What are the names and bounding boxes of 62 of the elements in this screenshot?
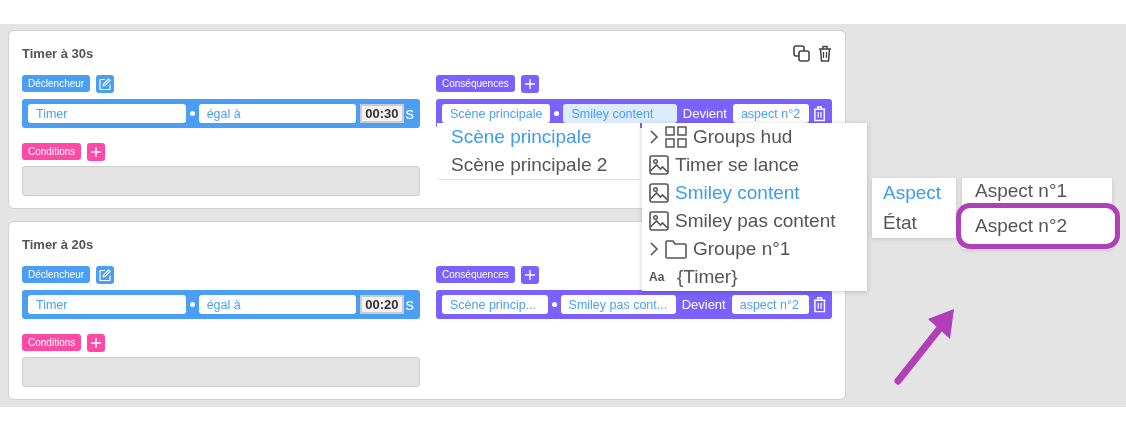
plus-icon xyxy=(91,338,102,348)
rule-title: Timer à 20s xyxy=(22,236,94,252)
menu-item[interactable]: Groups hud xyxy=(642,123,867,151)
menu-item[interactable]: Aa {Timer} xyxy=(642,263,867,291)
select-field[interactable]: Scène princip... xyxy=(442,295,548,314)
image-icon xyxy=(649,155,669,175)
add-button[interactable] xyxy=(520,266,539,284)
menu-item[interactable]: Smiley pas content xyxy=(642,207,867,235)
trash-icon[interactable] xyxy=(818,44,832,62)
edit-button[interactable] xyxy=(96,75,115,93)
separator-dot xyxy=(189,302,195,307)
section-label: Conséquences xyxy=(436,266,515,283)
grid-icon xyxy=(665,126,687,148)
section-label: Conditions xyxy=(22,143,82,160)
plus-icon xyxy=(91,147,102,157)
section-label: Déclencheur xyxy=(22,75,91,92)
add-button[interactable] xyxy=(520,75,539,93)
plus-icon xyxy=(524,270,535,280)
menu-item[interactable]: Smiley content xyxy=(642,179,867,207)
separator-dot xyxy=(189,111,195,116)
menu-item[interactable]: État xyxy=(872,208,956,238)
menu-item[interactable]: Aspect xyxy=(872,178,956,208)
select-field[interactable]: égal à xyxy=(198,104,357,123)
select-field[interactable]: Smiley content xyxy=(563,104,677,123)
unit-label: s xyxy=(405,294,414,315)
unit-label: s xyxy=(405,103,414,124)
menu-item[interactable]: Timer se lance xyxy=(642,151,867,179)
add-button[interactable] xyxy=(87,143,106,161)
add-button[interactable] xyxy=(87,334,106,352)
menu-item[interactable]: Scène principale xyxy=(437,123,640,151)
section-label: Conditions xyxy=(22,334,82,351)
copy-icon[interactable] xyxy=(793,44,810,62)
select-field[interactable]: aspect n°2 xyxy=(731,295,809,314)
menu-item[interactable]: Aspect n°2 xyxy=(956,203,1120,249)
select-field[interactable]: aspect n°2 xyxy=(732,104,809,123)
verb-label: Devient xyxy=(681,297,726,312)
select-field[interactable]: Timer xyxy=(28,104,186,123)
separator-dot xyxy=(554,111,560,116)
separator-dot xyxy=(551,302,557,307)
edit-icon xyxy=(99,78,112,90)
edit-button[interactable] xyxy=(96,266,115,284)
menu-item[interactable]: Scène principale 2 xyxy=(437,151,640,179)
verb-label: Devient xyxy=(682,106,727,121)
plus-icon xyxy=(524,79,535,89)
select-field[interactable]: Smiley pas cont... xyxy=(560,295,676,314)
image-icon xyxy=(649,183,669,203)
menu-item[interactable]: Groupe n°1 xyxy=(642,235,867,263)
time-field[interactable]: 00:20 xyxy=(360,295,404,314)
select-field[interactable]: Scène principale xyxy=(442,104,551,123)
select-field[interactable]: égal à xyxy=(198,295,357,314)
chevron-icon xyxy=(649,129,659,145)
edit-icon xyxy=(99,269,112,281)
rule-title: Timer à 30s xyxy=(22,45,94,61)
text-icon: Aa xyxy=(649,270,671,284)
chevron-icon xyxy=(649,241,659,257)
image-icon xyxy=(649,211,669,231)
folder-icon xyxy=(665,239,687,259)
menu-item[interactable]: Aspect n°1 xyxy=(962,178,1112,203)
time-field[interactable]: 00:30 xyxy=(360,104,404,123)
section-label: Conséquences xyxy=(436,75,515,92)
section-label: Déclencheur xyxy=(22,266,91,283)
select-field[interactable]: Timer xyxy=(28,295,186,314)
